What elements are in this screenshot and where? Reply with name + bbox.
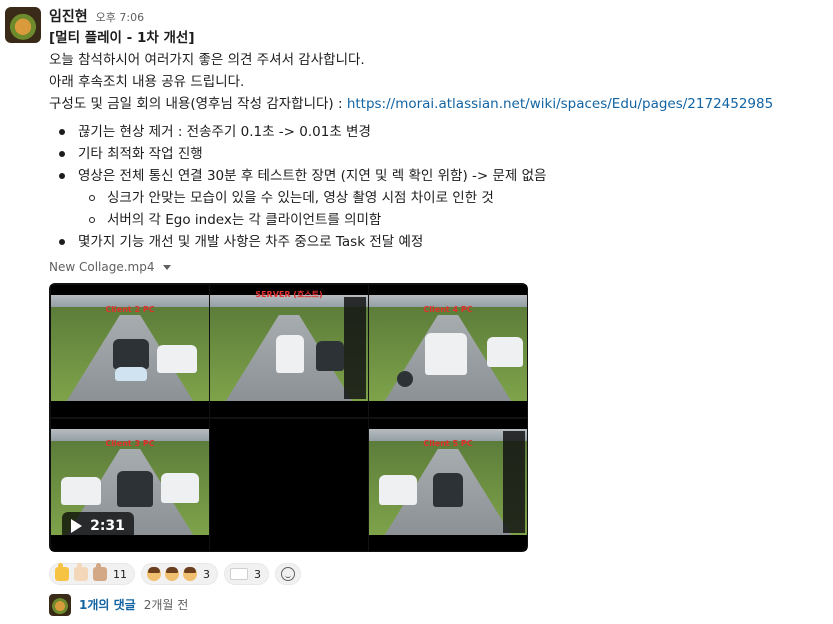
add-emoji-icon xyxy=(281,567,295,581)
doc-line-prefix: 구성도 및 금일 회의 내용(영후님 작성 감자합니다) : xyxy=(49,96,347,112)
attachment-filename-row[interactable]: New Collage.mp4 xyxy=(49,260,171,274)
sub-bullet-ring xyxy=(89,195,95,201)
bowing-person-icon xyxy=(183,567,197,581)
reaction-count: 11 xyxy=(113,567,127,581)
message-title: [멀티 플레이 - 1차 개선] xyxy=(49,30,195,46)
message-header: 임진현 오후 7:06 xyxy=(49,6,144,26)
reaction-custom[interactable]: 3 xyxy=(224,563,269,585)
video-player[interactable]: Client 2 PC SERVER (호스트) Client 4 PC Cli… xyxy=(49,283,528,552)
thumbs-up-icon xyxy=(74,563,88,581)
tile-label: Client 2 PC xyxy=(105,305,155,314)
video-tile-client-4: Client 4 PC xyxy=(369,285,527,417)
message-doc-line: 구성도 및 금일 회의 내용(영후님 작성 감자합니다) : https://m… xyxy=(49,95,773,113)
reply-avatar[interactable] xyxy=(49,594,71,616)
video-tile-client-2: Client 2 PC xyxy=(51,285,209,417)
message-line-1: 오늘 참석하시어 여러가지 좋은 의견 주셔서 감사합니다. xyxy=(49,52,365,68)
car-shape xyxy=(61,477,101,505)
bullet-item-3: 영상은 전체 통신 연결 30분 후 테스트한 장면 (지연 및 렉 확인 위함… xyxy=(78,168,547,184)
author-name[interactable]: 임진현 xyxy=(49,6,88,26)
video-tile-client-5: Client 5 PC xyxy=(369,419,527,551)
bullet-dot xyxy=(59,151,65,157)
reaction-thumbs-up[interactable]: 11 xyxy=(49,563,135,585)
attachment-filename[interactable]: New Collage.mp4 xyxy=(49,260,155,274)
thumbs-up-icon xyxy=(55,563,69,581)
car-shape xyxy=(117,471,153,507)
custom-emoji-icon xyxy=(230,568,248,580)
reaction-count: 3 xyxy=(254,567,261,581)
car-shape xyxy=(157,345,197,373)
video-tile-server: SERVER (호스트) xyxy=(210,285,368,417)
bullet-item-1: 끊기는 현상 제거 : 전송주기 0.1초 -> 0.01초 변경 xyxy=(78,124,371,140)
play-button[interactable]: 2:31 xyxy=(62,512,134,540)
bowing-person-icon xyxy=(147,567,161,581)
car-shape xyxy=(397,371,413,387)
car-shape xyxy=(276,335,304,373)
bullet-dot xyxy=(59,129,65,135)
sub-bullet-item-1: 싱크가 안맞는 모습이 있을 수 있는데, 영상 촬영 시점 차이로 인한 것 xyxy=(107,190,494,206)
author-avatar[interactable] xyxy=(5,7,41,43)
bullet-dot xyxy=(59,173,65,179)
sub-bullet-item-2: 서버의 각 Ego index는 각 클라이언트를 의미함 xyxy=(107,212,382,228)
video-tile-empty xyxy=(210,419,368,551)
tile-label: Client 4 PC xyxy=(423,305,473,314)
thread-summary[interactable]: 1개의 댓글 2개월 전 xyxy=(79,596,188,613)
car-shape xyxy=(433,473,463,507)
car-shape xyxy=(487,337,523,367)
message-timestamp[interactable]: 오후 7:06 xyxy=(96,9,144,25)
tile-label: Client 3 PC xyxy=(105,439,155,448)
car-shape xyxy=(161,473,199,503)
reaction-count: 3 xyxy=(203,567,210,581)
chevron-down-icon[interactable] xyxy=(162,264,171,270)
reactions-bar: 11 3 3 xyxy=(49,563,301,585)
play-icon xyxy=(71,519,83,533)
sub-bullet-ring xyxy=(89,217,95,223)
reaction-bowing[interactable]: 3 xyxy=(141,563,218,585)
tile-label: Client 5 PC xyxy=(423,439,473,448)
bullet-dot xyxy=(59,239,65,245)
thumbs-up-icon xyxy=(93,563,107,581)
thread-last-reply: 2개월 전 xyxy=(143,598,189,612)
video-duration: 2:31 xyxy=(90,518,125,534)
bullet-item-2: 기타 최적화 작업 진행 xyxy=(78,146,203,162)
message-line-2: 아래 후속조치 내용 공유 드립니다. xyxy=(49,74,245,90)
confluence-link[interactable]: https://morai.atlassian.net/wiki/spaces/… xyxy=(347,96,773,112)
car-shape xyxy=(115,367,147,381)
bullet-item-4: 몇가지 기능 개선 및 개발 사항은 차주 중으로 Task 전달 예정 xyxy=(78,234,424,250)
car-shape xyxy=(113,339,149,369)
bowing-person-icon xyxy=(165,567,179,581)
car-shape xyxy=(425,333,467,375)
tile-label: SERVER (호스트) xyxy=(255,290,323,299)
car-shape xyxy=(316,341,344,371)
thread-reply-count[interactable]: 1개의 댓글 xyxy=(79,596,136,613)
car-shape xyxy=(379,475,417,505)
add-reaction-button[interactable] xyxy=(275,563,301,585)
